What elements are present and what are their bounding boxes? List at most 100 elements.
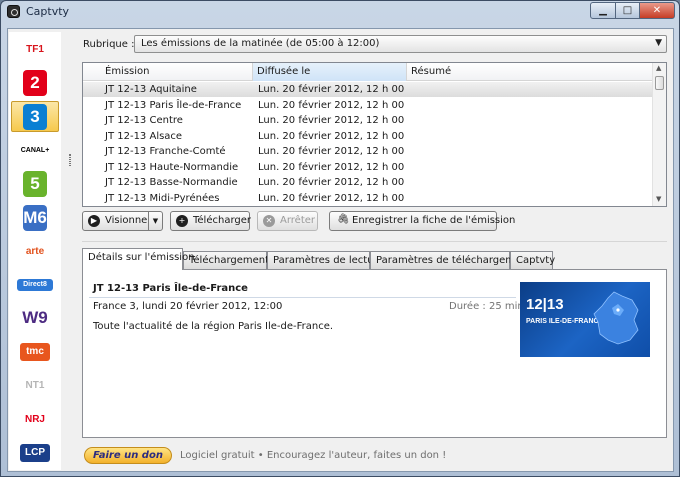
cell-emission: JT 12-13 Alsace xyxy=(105,130,183,142)
rubrique-label: Rubrique : xyxy=(83,39,135,50)
section-divider xyxy=(82,241,667,242)
stop-button[interactable]: ✕ Arrêter xyxy=(257,211,318,231)
window-title: Captvty xyxy=(26,5,70,18)
footer-text: Logiciel gratuit • Encouragez l'auteur, … xyxy=(180,450,447,461)
donate-button[interactable]: Faire un don xyxy=(84,447,172,464)
channel-lcp[interactable]: LCP xyxy=(11,437,59,468)
download-label: Télécharger xyxy=(193,215,252,226)
plus-icon: + xyxy=(176,215,188,227)
tab-downloads[interactable]: Téléchargements xyxy=(183,251,274,269)
cell-date: Lun. 20 février 2012, 12 h 00 xyxy=(258,192,405,204)
scroll-thumb[interactable] xyxy=(655,76,664,90)
cell-date: Lun. 20 février 2012, 12 h 00 xyxy=(258,84,405,95)
cell-date: Lun. 20 février 2012, 12 h 00 xyxy=(258,130,405,142)
channel-w9-logo-icon: W9 xyxy=(22,305,48,332)
cell-emission: JT 12-13 Paris Île-de-France xyxy=(105,99,242,111)
channel-direct8-logo-icon: Direct8 xyxy=(17,278,53,291)
title-bar[interactable]: Captvty ▁ □ ✕ xyxy=(1,1,679,22)
tab-download-settings[interactable]: Paramètres de téléchargement xyxy=(370,251,531,269)
channel-france2[interactable]: 2 xyxy=(11,68,59,99)
title-divider xyxy=(89,297,516,298)
channel-direct8[interactable]: Direct8 xyxy=(11,269,59,300)
watch-options-button[interactable]: ▼ xyxy=(148,211,163,231)
channel-m6-logo-icon: M6 xyxy=(23,204,47,231)
channel-nt1[interactable]: NT1 xyxy=(11,370,59,401)
cell-emission: JT 12-13 Basse-Normandie xyxy=(105,177,238,188)
chevron-down-icon: ▼ xyxy=(152,217,159,225)
minimize-button[interactable]: ▁ xyxy=(590,2,616,19)
channel-france3-logo-icon: 3 xyxy=(23,103,47,130)
client-area: TF1 2 3 CANAL+ 5 M6 arte Direct8 W9 tmc NT1 NRJ LCP … xyxy=(7,28,674,472)
table-row[interactable]: JT 12-13 Aquitaine Lun. 20 février 2012, … xyxy=(83,82,653,97)
watch-button[interactable]: ▶ Visionner xyxy=(82,211,152,231)
maximize-button[interactable]: □ xyxy=(615,2,640,19)
table-row[interactable]: JT 12-13 Paris Île-de-France Lun. 20 févr… xyxy=(83,98,653,113)
cell-emission: JT 12-13 Aquitaine xyxy=(105,84,197,95)
tab-playback-settings[interactable]: Paramètres de lecture xyxy=(267,251,384,269)
cell-emission: JT 12-13 Midi-Pyrénées xyxy=(105,192,220,204)
stop-label: Arrêter xyxy=(280,215,316,226)
channel-tf1-logo-icon: TF1 xyxy=(20,40,50,59)
channel-france3[interactable]: 3 xyxy=(11,101,59,133)
table-row[interactable]: JT 12-13 Basse-Normandie Lun. 20 février … xyxy=(83,175,653,190)
tab-details[interactable]: Détails sur l'émission xyxy=(82,248,195,270)
cell-date: Lun. 20 février 2012, 12 h 00 xyxy=(258,161,405,173)
tab-captvty[interactable]: Captvty xyxy=(510,251,555,269)
scroll-down-icon[interactable]: ▼ xyxy=(656,195,661,203)
channel-france5[interactable]: 5 xyxy=(11,168,59,199)
rubrique-select[interactable]: Les émissions de la matinée (de 05:00 à … xyxy=(134,35,667,53)
channel-arte[interactable]: arte xyxy=(11,236,59,267)
channel-nrj12-logo-icon: NRJ xyxy=(20,410,50,429)
app-icon xyxy=(7,5,20,18)
emission-meta: France 3, lundi 20 février 2012, 12:00 xyxy=(93,301,283,312)
cell-date: Lun. 20 février 2012, 12 h 00 xyxy=(258,146,405,157)
stop-icon: ✕ xyxy=(263,215,275,227)
cell-emission: JT 12-13 Haute-Normandie xyxy=(105,161,239,173)
cell-emission: JT 12-13 Centre xyxy=(105,115,183,126)
save-sheet-label: Enregistrer la fiche de l'émission xyxy=(352,215,516,226)
channel-nrj12[interactable]: NRJ xyxy=(11,404,59,435)
scroll-up-icon[interactable]: ▲ xyxy=(656,64,661,72)
channel-canalplus-logo-icon: CANAL+ xyxy=(17,144,53,157)
cell-date: Lun. 20 février 2012, 12 h 00 xyxy=(258,99,405,111)
channel-m6[interactable]: M6 xyxy=(11,202,59,233)
table-row[interactable]: JT 12-13 Midi-Pyrénées Lun. 20 février 20… xyxy=(83,191,653,206)
channel-arte-logo-icon: arte xyxy=(20,242,50,261)
channel-tf1[interactable]: TF1 xyxy=(11,34,59,65)
emission-thumbnail: 12|13 PARIS ILE-DE-FRANCE xyxy=(520,282,650,357)
column-header-emission[interactable]: Émission xyxy=(83,63,253,81)
cell-emission: JT 12-13 Franche-Comté xyxy=(105,146,226,157)
sidebar-splitter[interactable] xyxy=(64,32,76,470)
splitter-grip-icon xyxy=(69,154,71,166)
emission-duration: Durée : 25 min. xyxy=(449,301,527,312)
close-button[interactable]: ✕ xyxy=(639,2,675,19)
column-header-date[interactable]: Diffusée le xyxy=(253,63,407,81)
details-panel: JT 12-13 Paris Île-de-France France 3, l… xyxy=(82,269,667,438)
table-row[interactable]: JT 12-13 Haute-Normandie Lun. 20 février … xyxy=(83,160,653,175)
emission-description: Toute l'actualité de la région Paris Ile… xyxy=(93,321,334,332)
channel-canalplus[interactable]: CANAL+ xyxy=(11,135,59,166)
channel-sidebar: TF1 2 3 CANAL+ 5 M6 arte Direct8 W9 tmc NT1 NRJ LCP xyxy=(9,32,61,470)
paperclip-icon: 🖇 xyxy=(337,214,350,225)
download-button[interactable]: + Télécharger xyxy=(170,211,252,231)
table-row[interactable]: JT 12-13 Franche-Comté Lun. 20 février 20… xyxy=(83,144,653,159)
play-icon: ▶ xyxy=(88,215,100,227)
chevron-down-icon: ▼ xyxy=(655,38,662,48)
table-row[interactable]: JT 12-13 Centre Lun. 20 février 2012, 12 … xyxy=(83,113,653,128)
list-scrollbar[interactable]: ▲ ▼ xyxy=(652,63,666,206)
channel-w9[interactable]: W9 xyxy=(11,303,59,334)
app-window: Captvty ▁ □ ✕ TF1 2 3 CANAL+ 5 M6 arte Direct8 W… xyxy=(0,0,680,477)
channel-lcp-logo-icon: LCP xyxy=(20,443,50,462)
channel-tmc-logo-icon: tmc xyxy=(20,342,50,361)
table-row[interactable]: JT 12-13 Alsace Lun. 20 février 2012, 12 … xyxy=(83,129,653,144)
channel-tmc[interactable]: tmc xyxy=(11,336,59,367)
france-map-icon xyxy=(593,291,639,345)
emission-list[interactable]: Émission Diffusée le Résumé JT 12-13 Aqu… xyxy=(82,62,667,207)
save-sheet-button[interactable]: 🖇 Enregistrer la fiche de l'émission xyxy=(329,211,515,231)
watch-label: Visionner xyxy=(105,215,152,226)
emission-title: JT 12-13 Paris Île-de-France xyxy=(93,283,248,294)
rubrique-value: Les émissions de la matinée (de 05:00 à … xyxy=(141,38,380,49)
cell-date: Lun. 20 février 2012, 12 h 00 xyxy=(258,177,405,188)
column-header-resume[interactable]: Résumé xyxy=(407,63,653,81)
thumbnail-logo-text: 12|13 xyxy=(526,296,564,313)
